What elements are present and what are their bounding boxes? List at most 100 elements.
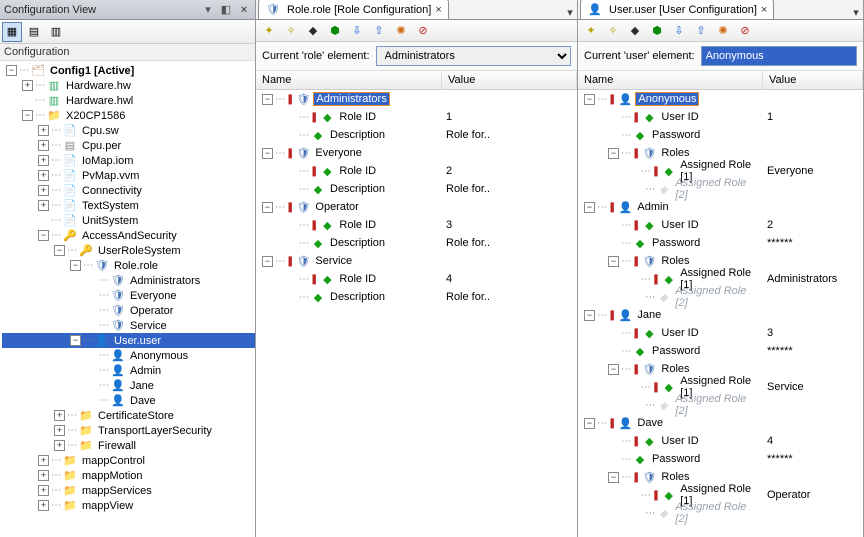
row-value[interactable]: Administrators [763, 273, 863, 285]
expand-toggle[interactable]: + [38, 125, 49, 136]
grid-row[interactable]: ⋯❚User ID2 [578, 216, 863, 234]
current-role-select[interactable]: Administrators [376, 46, 571, 66]
grid-row[interactable]: −⋯❚Admin [578, 198, 863, 216]
close-tab-icon[interactable]: × [435, 4, 441, 16]
grid-row[interactable]: ⋯❚Role ID2 [256, 162, 577, 180]
tab-dropdown-icon[interactable]: ▾ [563, 6, 577, 19]
grid-row[interactable]: −⋯❚Dave [578, 414, 863, 432]
grid-row[interactable]: −⋯❚Administrators [256, 90, 577, 108]
toolbar-btn-1[interactable]: ✦ [582, 22, 600, 40]
expand-toggle[interactable]: + [54, 440, 65, 451]
grid-row[interactable]: −⋯❚Anonymous [578, 90, 863, 108]
view-mode-3-button[interactable]: ▥ [46, 22, 66, 42]
expand-toggle[interactable]: − [262, 202, 273, 213]
tree-item[interactable]: −⋯Role.role [2, 258, 255, 273]
tree-item[interactable]: −⋯User.user [2, 333, 255, 348]
tree-item[interactable]: ⋯Hardware.hwl [2, 93, 255, 108]
tree-item[interactable]: ⋯Everyone [2, 288, 255, 303]
grid-row[interactable]: ⋯Assigned Role [2] [578, 180, 863, 198]
expand-toggle[interactable]: + [54, 410, 65, 421]
grid-row[interactable]: ⋯Assigned Role [2] [578, 288, 863, 306]
expand-toggle[interactable]: + [38, 155, 49, 166]
grid-row[interactable]: ⋯DescriptionRole for.. [256, 126, 577, 144]
tree-item[interactable]: +⋯Connectivity [2, 183, 255, 198]
toolbar-btn-4[interactable]: ⬢ [648, 22, 666, 40]
toolbar-btn-7[interactable]: ✺ [392, 22, 410, 40]
row-value[interactable]: ****** [763, 237, 863, 249]
close-icon[interactable]: × [237, 3, 251, 17]
expand-toggle[interactable]: + [38, 485, 49, 496]
toolbar-btn-3[interactable]: ◆ [304, 22, 322, 40]
tree-item[interactable]: +⋯mappMotion [2, 468, 255, 483]
tree-item[interactable]: +⋯TextSystem [2, 198, 255, 213]
tree-item[interactable]: ⋯UnitSystem [2, 213, 255, 228]
expand-toggle[interactable]: + [54, 425, 65, 436]
tree-item[interactable]: ⋯Service [2, 318, 255, 333]
grid-row[interactable]: ⋯❚Role ID3 [256, 216, 577, 234]
role-grid[interactable]: −⋯❚Administrators⋯❚Role ID1⋯DescriptionR… [256, 90, 577, 537]
grid-row[interactable]: ⋯Assigned Role [2] [578, 504, 863, 522]
dropdown-icon[interactable]: ▾ [201, 3, 215, 17]
grid-row[interactable]: −⋯❚Service [256, 252, 577, 270]
grid-row[interactable]: −⋯❚Operator [256, 198, 577, 216]
toolbar-sort-up[interactable]: ⇧ [370, 22, 388, 40]
expand-toggle[interactable]: − [6, 65, 17, 76]
toolbar-btn-7[interactable]: ✺ [714, 22, 732, 40]
row-value[interactable]: Role for.. [442, 183, 577, 195]
grid-row[interactable]: ⋯❚User ID3 [578, 324, 863, 342]
grid-row[interactable]: ⋯Password****** [578, 342, 863, 360]
row-value[interactable]: Everyone [763, 165, 863, 177]
row-value[interactable]: 4 [763, 435, 863, 447]
expand-toggle[interactable]: + [38, 470, 49, 481]
row-value[interactable]: 4 [442, 273, 577, 285]
tree-item[interactable]: ⋯Anonymous [2, 348, 255, 363]
grid-row[interactable]: −⋯❚Everyone [256, 144, 577, 162]
tree-item[interactable]: +⋯Hardware.hw [2, 78, 255, 93]
expand-toggle[interactable]: − [584, 94, 595, 105]
tree-item[interactable]: +⋯Cpu.per [2, 138, 255, 153]
grid-row[interactable]: ⋯❚Role ID1 [256, 108, 577, 126]
tree-item[interactable]: +⋯PvMap.vvm [2, 168, 255, 183]
role-tab[interactable]: Role.role [Role Configuration] × [258, 0, 449, 19]
config-tree[interactable]: −⋯Config1 [Active]+⋯Hardware.hw⋯Hardware… [0, 61, 255, 537]
col-name[interactable]: Name [578, 71, 763, 89]
tree-item[interactable]: ⋯Admin [2, 363, 255, 378]
tree-item[interactable]: +⋯mappView [2, 498, 255, 513]
row-value[interactable]: 1 [763, 111, 863, 123]
expand-toggle[interactable]: − [584, 202, 595, 213]
toolbar-btn-2[interactable]: ✧ [604, 22, 622, 40]
expand-toggle[interactable]: − [70, 260, 81, 271]
grid-row[interactable]: ⋯❚User ID4 [578, 432, 863, 450]
pin-icon[interactable]: ◧ [219, 3, 233, 17]
grid-row[interactable]: ⋯Password****** [578, 234, 863, 252]
tree-item[interactable]: +⋯CertificateStore [2, 408, 255, 423]
toolbar-btn-8[interactable]: ⊘ [414, 22, 432, 40]
row-value[interactable]: 3 [763, 327, 863, 339]
tree-item[interactable]: −⋯AccessAndSecurity [2, 228, 255, 243]
toolbar-btn-8[interactable]: ⊘ [736, 22, 754, 40]
view-mode-2-button[interactable]: ▤ [24, 22, 44, 42]
row-value[interactable]: Role for.. [442, 129, 577, 141]
expand-toggle[interactable]: − [70, 335, 81, 346]
tree-item[interactable]: +⋯mappServices [2, 483, 255, 498]
row-value[interactable]: 2 [763, 219, 863, 231]
user-tab[interactable]: User.user [User Configuration] × [580, 0, 774, 19]
toolbar-btn-1[interactable]: ✦ [260, 22, 278, 40]
grid-row[interactable]: ⋯❚User ID1 [578, 108, 863, 126]
expand-toggle[interactable]: − [54, 245, 65, 256]
row-value[interactable]: Service [763, 381, 863, 393]
toolbar-btn-4[interactable]: ⬢ [326, 22, 344, 40]
grid-row[interactable]: ⋯DescriptionRole for.. [256, 288, 577, 306]
tree-item[interactable]: ⋯Dave [2, 393, 255, 408]
tree-item[interactable]: +⋯Cpu.sw [2, 123, 255, 138]
expand-toggle[interactable]: − [584, 418, 595, 429]
tab-dropdown-icon[interactable]: ▾ [849, 6, 863, 19]
toolbar-sort-down[interactable]: ⇩ [348, 22, 366, 40]
expand-toggle[interactable]: − [262, 148, 273, 159]
row-value[interactable]: ****** [763, 453, 863, 465]
col-name[interactable]: Name [256, 71, 442, 89]
close-tab-icon[interactable]: × [761, 4, 767, 16]
expand-toggle[interactable]: + [38, 200, 49, 211]
expand-toggle[interactable]: + [38, 170, 49, 181]
grid-row[interactable]: ⋯DescriptionRole for.. [256, 234, 577, 252]
